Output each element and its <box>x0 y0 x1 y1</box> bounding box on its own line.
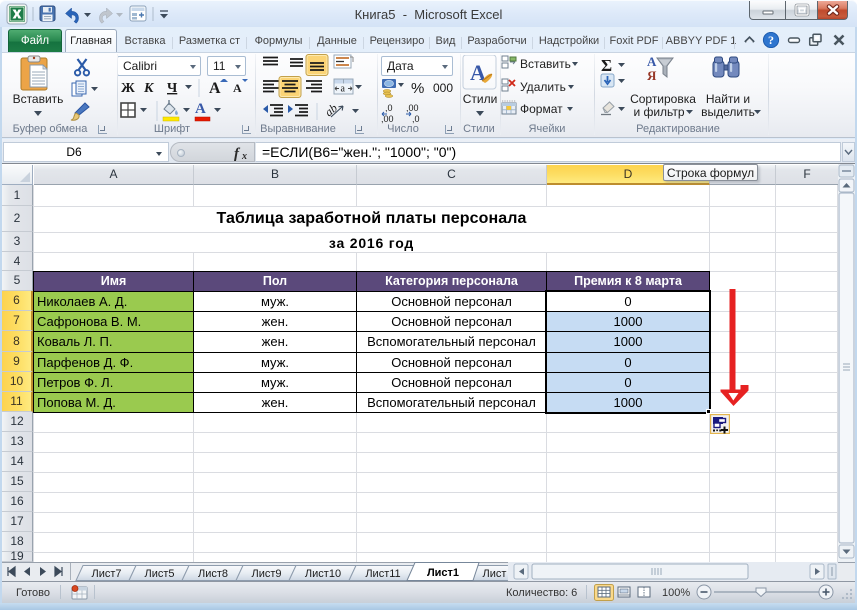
svg-text:Лист9: Лист9 <box>251 568 281 580</box>
svg-text:Лист5: Лист5 <box>144 568 174 580</box>
svg-text:Лист1: Лист1 <box>427 567 459 579</box>
svg-text:и фильтр: и фильтр <box>633 105 684 119</box>
svg-text:выделить: выделить <box>701 105 755 119</box>
svg-text:Лист8: Лист8 <box>198 568 228 580</box>
svg-text:Ж: Ж <box>121 81 135 96</box>
svg-text:А: А <box>233 81 242 95</box>
svg-text:Формат: Формат <box>520 102 563 116</box>
svg-text:,00: ,00 <box>406 103 419 113</box>
svg-text:Стили: Стили <box>463 92 498 106</box>
svg-text:Лист10: Лист10 <box>305 568 341 580</box>
svg-text:Найти и: Найти и <box>706 92 750 106</box>
svg-text:Ч: Ч <box>167 81 178 96</box>
svg-text:Лист11: Лист11 <box>365 568 400 580</box>
svg-text:,00: ,00 <box>381 114 394 124</box>
svg-text:?: ? <box>768 33 774 47</box>
svg-text:a: a <box>341 84 346 95</box>
svg-text:Я: Я <box>647 68 657 83</box>
svg-text:Вставить: Вставить <box>13 92 64 106</box>
svg-text:Лист7: Лист7 <box>91 568 121 580</box>
svg-text:,0: ,0 <box>412 114 420 124</box>
svg-text:Лист: Лист <box>483 568 507 580</box>
svg-text:000: 000 <box>433 81 453 95</box>
svg-text:А: А <box>195 101 206 117</box>
svg-text:x: x <box>241 151 247 161</box>
svg-text:Сортировка: Сортировка <box>630 92 696 106</box>
svg-text:К: К <box>143 81 155 96</box>
svg-text:Вставить: Вставить <box>520 57 571 71</box>
svg-text:А: А <box>209 80 221 97</box>
svg-text:,0: ,0 <box>385 103 393 113</box>
svg-text:Σ: Σ <box>601 56 612 75</box>
svg-text:Удалить: Удалить <box>520 80 566 94</box>
svg-text:%: % <box>411 80 424 97</box>
svg-text:А: А <box>647 54 657 69</box>
svg-text:f: f <box>234 146 241 161</box>
